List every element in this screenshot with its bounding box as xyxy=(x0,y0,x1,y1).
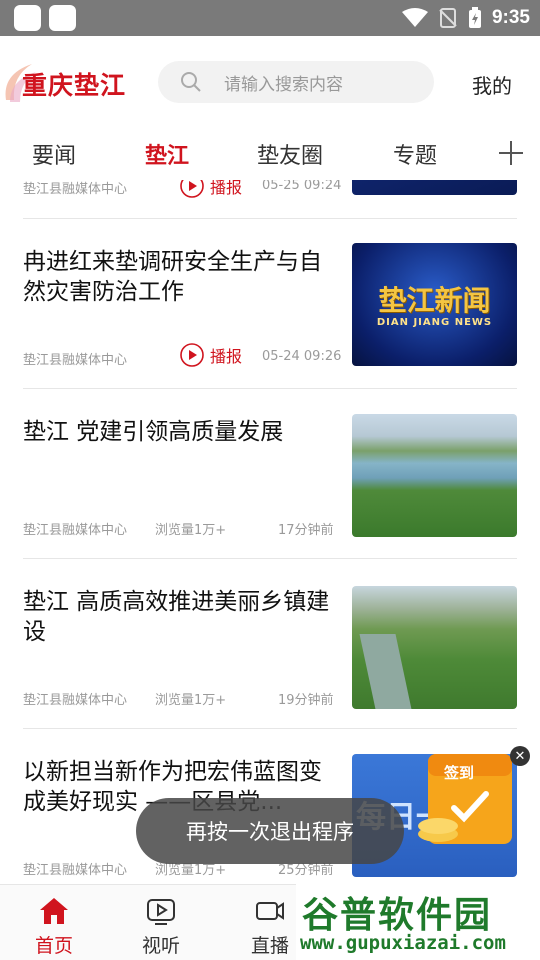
plus-icon[interactable] xyxy=(498,140,524,166)
article-title: 垫江 高质高效推进美丽乡镇建设 xyxy=(23,589,330,645)
article-source: 垫江县融媒体中心 xyxy=(23,182,128,197)
play-button[interactable]: 播报 xyxy=(180,180,242,198)
article-thumbnail xyxy=(352,180,517,195)
article-views: 浏览量1万+ xyxy=(155,523,227,538)
battery-icon xyxy=(468,7,481,28)
search-bar[interactable]: 请输入搜索内容 xyxy=(158,61,434,103)
nav-label: 视听 xyxy=(141,935,180,957)
list-item[interactable]: 垫江 高质高效推进美丽乡镇建设 垫江县融媒体中心 浏览量1万+ 19分钟前 xyxy=(23,559,517,729)
tab-zhuanti[interactable]: 专题 xyxy=(393,138,437,170)
article-time: 17分钟前 xyxy=(278,523,334,538)
article-thumbnail xyxy=(352,414,517,537)
sign-in-card-icon xyxy=(418,754,512,844)
article-source: 垫江县融媒体中心 xyxy=(23,353,128,368)
nav-label: 直播 xyxy=(250,935,289,957)
nav-home[interactable]: 首页 xyxy=(24,895,84,958)
mine-button[interactable]: 我的 xyxy=(472,70,512,99)
watermark-title: 谷普软件园 xyxy=(302,895,493,936)
article-source: 垫江县融媒体中心 xyxy=(23,863,128,878)
app-header: 重庆垫江 请输入搜索内容 我的 xyxy=(0,36,540,126)
channel-tabs: 要闻 垫江 垫友圈 专题 xyxy=(0,126,540,180)
article-time: 05-24 09:26 xyxy=(262,349,342,364)
article-source: 垫江县融媒体中心 xyxy=(23,693,128,708)
list-item[interactable]: 冉进红来垫调研安全生产与自然灾害防治工作 垫江县融媒体中心 播报 05-24 0… xyxy=(23,219,517,389)
tab-dianjiang[interactable]: 垫江 xyxy=(145,138,189,170)
article-thumbnail: 垫江新闻 DIAN JIANG NEWS xyxy=(352,243,517,366)
watermark-url: www.gupuxiazai.com xyxy=(300,932,506,954)
tv-icon xyxy=(147,899,175,925)
play-label: 播报 xyxy=(210,180,243,197)
article-thumbnail xyxy=(352,586,517,709)
article-views: 浏览量1万+ xyxy=(155,693,227,708)
article-source: 垫江县融媒体中心 xyxy=(23,523,128,538)
close-icon[interactable]: ✕ xyxy=(510,746,530,766)
tab-yaowen[interactable]: 要闻 xyxy=(32,138,76,170)
play-label: 播报 xyxy=(210,347,243,366)
thumb-subtitle: DIAN JIANG NEWS xyxy=(376,317,493,328)
nav-live[interactable]: 直播 xyxy=(240,895,300,958)
exit-toast: 再按一次退出程序 xyxy=(136,798,404,864)
no-sim-icon xyxy=(439,8,457,28)
camera-icon xyxy=(256,902,284,920)
article-title: 冉进红来垫调研安全生产与自然灾害防治工作 xyxy=(23,249,322,305)
nav-label: 首页 xyxy=(34,935,73,957)
status-bar: 9:35 xyxy=(0,0,540,36)
thumb-title: 垫江新闻 xyxy=(378,284,491,317)
logo-text: 重庆垫江 xyxy=(22,71,127,100)
list-item[interactable]: 垫江县融媒体中心 播报 05-25 09:24 xyxy=(23,180,517,219)
nav-media[interactable]: 视听 xyxy=(131,895,191,958)
tab-dianyouquan[interactable]: 垫友圈 xyxy=(257,138,323,170)
search-placeholder: 请输入搜索内容 xyxy=(224,74,343,95)
play-icon xyxy=(180,180,204,198)
notification-icon xyxy=(14,5,41,31)
list-item[interactable]: 垫江 党建引领高质量发展 垫江县融媒体中心 浏览量1万+ 17分钟前 xyxy=(23,389,517,559)
wifi-icon xyxy=(401,8,428,27)
article-title: 垫江 党建引领高质量发展 xyxy=(23,419,284,445)
site-watermark: 谷普软件园 www.gupuxiazai.com xyxy=(296,884,540,960)
sign-in-ad[interactable]: 签到 ✕ xyxy=(404,742,530,852)
clock: 9:35 xyxy=(491,7,530,28)
home-icon xyxy=(40,898,68,924)
sign-in-label: 签到 xyxy=(444,764,475,782)
article-time: 19分钟前 xyxy=(278,693,334,708)
play-icon xyxy=(180,343,204,367)
search-icon xyxy=(181,72,201,92)
app-logo: 重庆垫江 xyxy=(2,60,142,106)
article-time: 05-25 09:24 xyxy=(262,180,342,193)
notification-icon xyxy=(49,5,76,31)
play-button[interactable]: 播报 xyxy=(180,343,242,367)
